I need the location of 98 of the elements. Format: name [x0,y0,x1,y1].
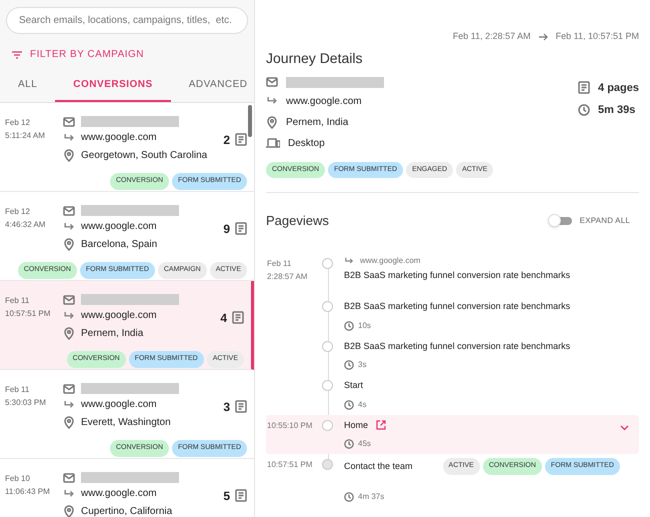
pageview-row[interactable]: Feb 11 2:28:57 AM www.google.com B2B SaaS marketing funnel conversion rate benchmarks [266,252,639,296]
filter-by-campaign-button[interactable]: FILTER BY CAMPAIGN [0,47,254,62]
page-title: Start [344,379,364,392]
referrer-text: www.google.com [81,487,157,501]
pageview-time: 2:28:57 AM [267,270,308,282]
envelope-icon [266,77,278,87]
referrer-text: www.google.com [360,254,420,266]
expand-all-toggle[interactable]: EXPAND ALL [550,214,630,227]
time-on-page: 4s [358,398,366,410]
page-title: B2B SaaS marketing funnel conversion rate benchmarks [344,268,570,282]
tab[interactable]: ALL [0,72,56,102]
location-text: Pernem, India [81,327,144,341]
location-pin-icon [266,116,278,128]
location-pin-icon [63,238,75,251]
journey-date: Feb 12 [5,206,31,218]
range-start: Feb 11, 2:28:57 AM [452,30,531,43]
location-text: Cupertino, California [81,505,172,517]
clock-icon [344,400,354,410]
referrer-text: www.google.com [81,398,157,412]
page-count: 2 [223,132,230,148]
device-text: Desktop [288,136,325,150]
page-title: B2B SaaS marketing funnel conversion rate benchmarks [344,340,570,353]
pageviews-title: Pageviews [266,212,329,230]
redirect-arrow-icon [344,256,354,264]
page-title: Contact the team [344,460,413,472]
page-count: 3 [223,398,230,416]
journey-time: 5:30:03 PM [5,397,47,409]
clock-icon [344,320,354,330]
envelope-icon [63,116,75,126]
time-on-page: 3s [358,359,366,371]
location-pin-icon [63,327,75,340]
location-text: Pernem, India [286,116,348,130]
document-icon [235,400,247,413]
range-end: Feb 11, 10:57:51 PM [556,30,639,43]
scrollbar-drawing [248,105,252,137]
pageview-row[interactable]: B2B SaaS marketing funnel conversion rate benchmarks 10s [266,296,639,336]
envelope-icon [63,206,75,216]
clock-icon [578,104,590,116]
redirect-arrow-icon [63,488,75,498]
tab[interactable]: ADVANCED [170,72,266,102]
location-text: Georgetown, South Carolina [81,149,208,163]
journey-details-title: Journey Details [266,48,364,68]
location-pin-icon [63,416,75,429]
journey-time: 11:06:43 PM [5,486,51,498]
pageview-row[interactable]: B2B SaaS marketing funnel conversion rate benchmarks 3s [266,336,639,375]
redirect-arrow-icon [266,96,278,106]
page-count: 4 [220,310,227,326]
document-icon [235,222,247,235]
page-title: B2B SaaS marketing funnel conversion rate benchmarks [344,300,570,313]
redirect-arrow-icon [63,132,75,142]
journey-date: Feb 10 [5,473,31,485]
pageview-row[interactable]: 10:55:10 PM Home 45s [266,414,639,454]
journey-date: Feb 11 [5,384,30,396]
external-link-icon[interactable] [376,420,386,430]
referrer-text: www.google.com [286,94,362,108]
right-arrow-icon [538,32,548,41]
location-text: Everett, Washington [81,416,171,430]
pageview-time: 10:57:51 PM [267,459,314,471]
chevron-down-icon[interactable] [620,424,629,430]
location-pin-icon [63,149,75,162]
laptop-icon [266,138,280,148]
envelope-icon [63,472,75,482]
journey-time: 4:46:32 AM [5,219,46,231]
clock-icon [344,492,354,502]
envelope-icon [63,384,75,394]
location-text: Barcelona, Spain [81,238,158,252]
time-on-page: 4m 37s [358,490,384,502]
pageview-row[interactable]: Start 4s [266,375,639,414]
document-icon [578,81,590,94]
clock-icon [344,360,354,370]
document-icon [235,133,247,146]
filter-icon [12,50,22,58]
page-count: 9 [223,220,230,238]
envelope-icon [63,294,75,304]
referrer-text: www.google.com [81,131,157,145]
referrer-text: www.google.com [81,220,157,234]
time-on-page: 45s [358,438,371,450]
journey-date: Feb 12 [5,117,31,129]
redirect-arrow-icon [63,400,75,410]
document-icon [232,311,244,324]
pageview-date: Feb 11 [267,258,292,270]
journey-time: 5:11:24 AM [5,130,46,142]
clock-icon [344,439,354,449]
page-title: Home [344,418,368,432]
time-on-page: 10s [358,320,371,332]
page-count: 5 [223,488,230,504]
journey-duration: 5m 39s [598,103,636,118]
redirect-arrow-icon [63,310,75,320]
redirect-arrow-icon [63,222,75,232]
journey-card[interactable]: Feb 10 11:06:43 PM www.google.com Cupertino, California 5 [0,459,254,517]
journey-time: 10:57:51 PM [5,308,52,320]
pages-count: 4 pages [598,80,639,96]
referrer-text: www.google.com [81,309,157,323]
journey-date: Feb 11 [5,295,30,307]
pageview-time: 10:55:10 PM [267,420,314,432]
search-field[interactable]: Search emails, locations, campaigns, titles, etc. [6,7,248,34]
location-pin-icon [63,505,75,517]
document-icon [235,489,247,502]
